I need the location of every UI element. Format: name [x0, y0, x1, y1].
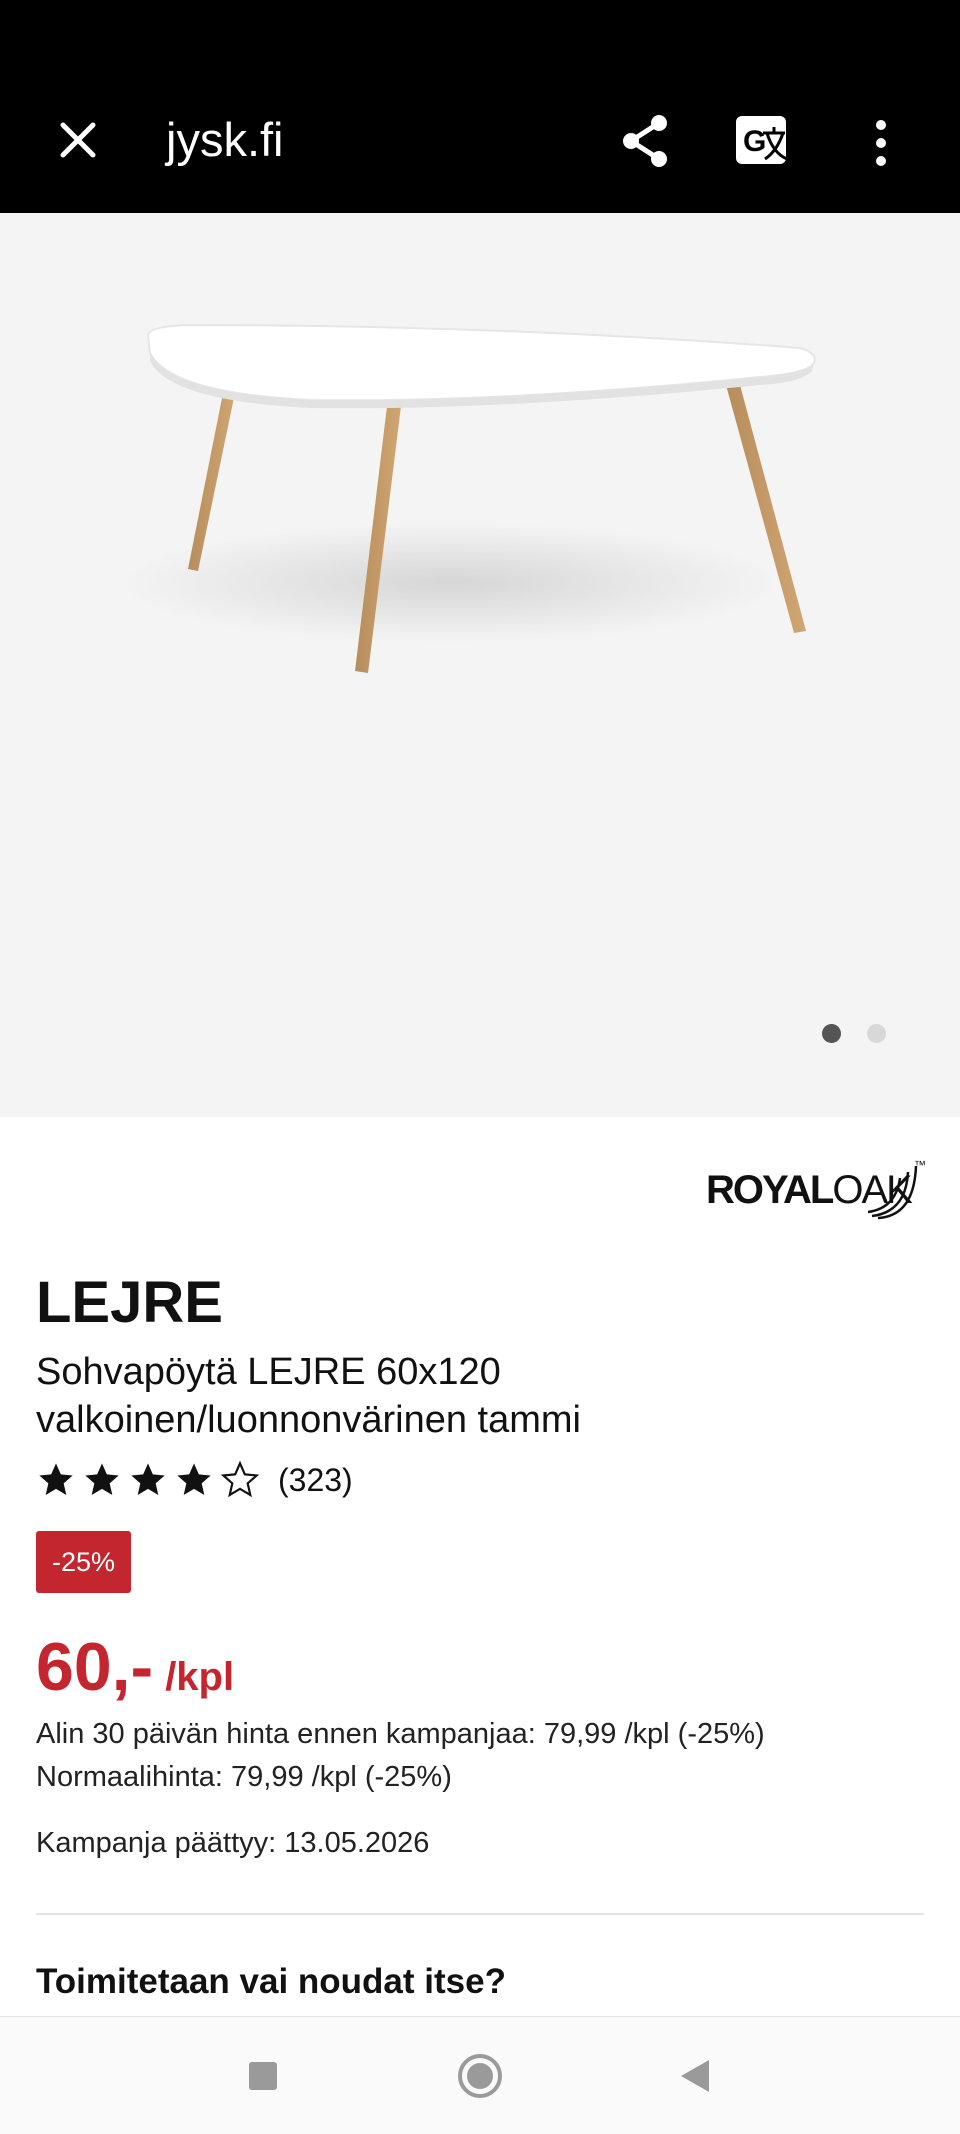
campaign-end-info: Kampanja päättyy: 13.05.2026	[36, 1827, 430, 1859]
rating-stars	[36, 1460, 260, 1500]
home-button[interactable]	[455, 2051, 505, 2101]
back-icon	[681, 2060, 709, 2092]
product-rating[interactable]: (323)	[36, 1460, 353, 1500]
price-amount: 60,-	[36, 1629, 154, 1705]
system-navigation-bar	[0, 2016, 960, 2134]
star-filled-icon	[39, 1463, 73, 1495]
recents-icon	[249, 2062, 277, 2090]
lowest-price-info: Alin 30 päivän hinta ennen kampanjaa: 79…	[36, 1718, 765, 1750]
translate-icon[interactable]: G	[733, 113, 793, 171]
price: 60,-/kpl	[36, 1628, 234, 1706]
brand-logo-bold: ROYAL	[706, 1168, 834, 1212]
product-image	[120, 323, 816, 673]
back-button[interactable]	[670, 2051, 720, 2101]
product-image-gallery[interactable]	[0, 213, 960, 1117]
product-subtitle: Sohvapöytä LEJRE 60x120 valkoinen/luonno…	[36, 1351, 581, 1441]
brand-logo: ROYALOAK ™	[706, 1158, 926, 1222]
svg-text:G: G	[743, 125, 766, 158]
divider	[36, 1913, 924, 1915]
normal-price-info: Normaalihinta: 79,99 /kpl (-25%)	[36, 1761, 452, 1793]
trademark-symbol: ™	[914, 1158, 926, 1172]
gallery-dot[interactable]	[867, 1024, 886, 1043]
delivery-heading[interactable]: Toimitetaan vai noudat itse?	[36, 1962, 506, 2002]
star-empty-icon	[220, 1460, 260, 1498]
url-text[interactable]: jysk.fi	[166, 110, 284, 170]
discount-badge: -25%	[36, 1531, 132, 1593]
gallery-pagination	[822, 1024, 886, 1043]
browser-toolbar: jysk.fi G	[0, 0, 960, 213]
close-icon[interactable]	[50, 112, 106, 168]
review-count[interactable]: (323)	[278, 1462, 353, 1499]
share-icon[interactable]	[619, 113, 675, 169]
star-filled-icon	[131, 1463, 165, 1495]
more-vert-icon[interactable]	[866, 113, 896, 173]
price-unit: /kpl	[165, 1655, 235, 1699]
star-filled-icon	[85, 1463, 119, 1495]
recents-button[interactable]	[238, 2051, 288, 2101]
product-title: LEJRE	[36, 1270, 223, 1335]
star-filled-icon	[177, 1463, 211, 1495]
gallery-dot-active[interactable]	[822, 1024, 841, 1043]
home-icon	[458, 2054, 502, 2098]
